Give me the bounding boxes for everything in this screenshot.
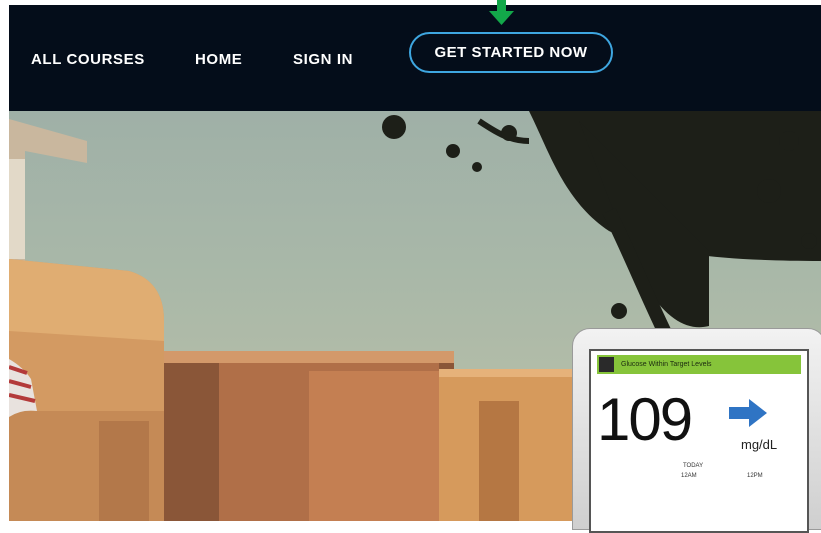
tick-label-right: 12PM [747, 473, 763, 479]
reading-unit: mg/dL [741, 437, 778, 452]
status-banner: Glucose Within Target Levels [597, 355, 801, 374]
day-label: TODAY [683, 463, 704, 469]
status-text: Glucose Within Target Levels [621, 361, 712, 368]
right-arrow-icon [729, 399, 767, 427]
glucose-reading: 109 [597, 386, 693, 453]
device-screen: Glucose Within Target Levels 109 mg/dL T… [589, 349, 809, 533]
get-started-now-button[interactable]: GET STARTED NOW [409, 32, 613, 73]
nav-link-sign-in[interactable]: SIGN IN [293, 51, 353, 68]
page-margin [0, 0, 9, 521]
top-navigation-bar: ALL COURSES HOME SIGN IN GET STARTED NOW [9, 5, 821, 111]
glucose-monitor-device: Glucose Within Target Levels 109 mg/dL T… [572, 328, 821, 533]
nav-link-all-courses[interactable]: ALL COURSES [31, 51, 145, 68]
nav-link-home[interactable]: HOME [195, 51, 242, 68]
arrow-down-icon [489, 0, 514, 25]
device-menu-icon [599, 357, 614, 372]
tick-label-left: 12AM [681, 473, 697, 479]
